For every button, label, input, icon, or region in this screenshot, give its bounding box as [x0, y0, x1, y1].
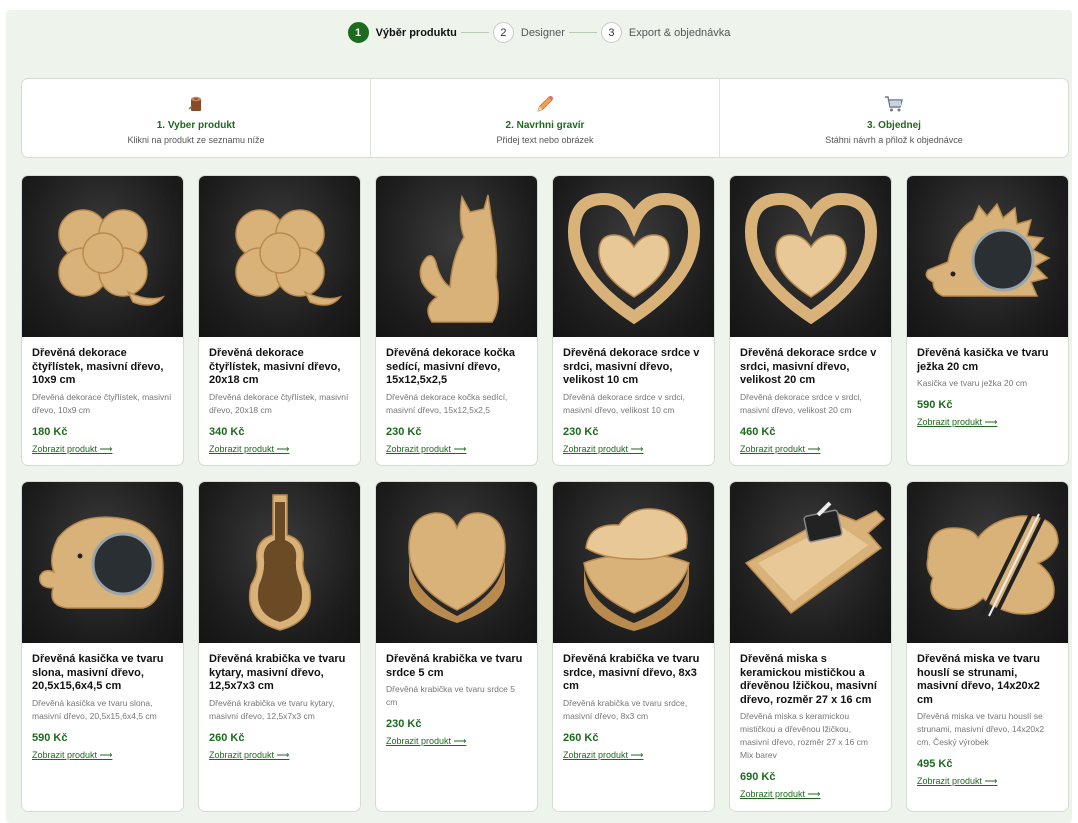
view-product-link[interactable]: Zobrazit produkt ⟶ [563, 444, 643, 455]
cart-icon [884, 93, 904, 115]
product-title: Dřevěná dekorace kočka sedící, masivní d… [386, 347, 516, 386]
product-title: Dřevěná kasička ve tvaru ježka 20 cm [917, 347, 1049, 373]
step-3[interactable]: 3 Export & objednávka [600, 22, 731, 43]
instruction-title: 1. Vyber produkt [156, 120, 236, 131]
instruction-select: 1. Vyber produkt Klikni na produkt ze se… [22, 79, 371, 157]
product-price: 260 Kč [563, 731, 599, 744]
product-description: Dřevěná krabička ve tvaru srdce 5 cm [386, 684, 515, 707]
product-price: 340 Kč [209, 425, 245, 438]
view-product-link[interactable]: Zobrazit produkt ⟶ [209, 444, 289, 455]
product-price: 495 Kč [917, 758, 953, 770]
product-card[interactable]: Dřevěná dekorace srdce v srdci, masivní … [729, 175, 892, 466]
view-product-link[interactable]: Zobrazit produkt ⟶ [32, 444, 112, 455]
product-description: Dřevěná kasička ve tvaru slona, masivní … [32, 697, 157, 721]
product-image[interactable] [199, 482, 360, 643]
product-title: Dřevěná dekorace srdce v srdci, masivní … [740, 347, 877, 386]
step-number: 2 [492, 22, 514, 43]
step-1[interactable]: 1 Výběr produktu [347, 22, 457, 43]
step-number: 3 [600, 22, 622, 43]
product-image[interactable] [553, 482, 714, 643]
instruction-title: 3. Objednej [867, 120, 921, 131]
instruction-text: Klikni na produkt ze seznamu níže [127, 135, 265, 145]
product-price: 590 Kč [917, 399, 953, 411]
product-card[interactable]: Dřevěná kasička ve tvaru ježka 20 cm Kasi… [906, 175, 1069, 466]
product-card[interactable]: Dřevěná miska ve tvaru houslí se strunam… [906, 481, 1069, 812]
product-image[interactable] [376, 176, 537, 337]
step-label: Export & objednávka [628, 26, 731, 39]
view-product-link[interactable]: Zobrazit produkt ⟶ [740, 789, 820, 800]
product-price: 180 Kč [32, 425, 68, 438]
product-image[interactable] [730, 482, 891, 643]
product-price: 260 Kč [209, 731, 245, 744]
product-card[interactable]: Dřevěná krabička ve tvaru kytary, masivn… [198, 481, 361, 812]
product-image[interactable] [553, 176, 714, 337]
product-card[interactable]: Dřevěná krabička ve tvaru srdce 5 cm Dřev… [375, 481, 538, 812]
instruction-design: 2. Navrhni gravír Přidej text nebo obráz… [371, 79, 720, 157]
step-connector [460, 32, 489, 33]
product-image[interactable] [199, 176, 360, 337]
product-card[interactable]: Dřevěná miska s keramickou mističkou a d… [729, 481, 892, 812]
product-title: Dřevěná dekorace čtyřlístek, masivní dře… [209, 347, 341, 386]
instruction-text: Přidej text nebo obrázek [496, 135, 594, 145]
view-product-link[interactable]: Zobrazit produkt ⟶ [917, 776, 997, 787]
pencil-icon [535, 93, 555, 115]
step-label: Designer [520, 26, 565, 39]
product-description: Dřevěná miska s keramickou mističkou a d… [740, 711, 869, 760]
product-card[interactable]: Dřevěná krabička ve tvaru srdce, masivní… [552, 481, 715, 812]
view-product-link[interactable]: Zobrazit produkt ⟶ [917, 417, 997, 428]
view-product-link[interactable]: Zobrazit produkt ⟶ [32, 750, 112, 761]
product-grid-row-2: Dřevěná kasička ve tvaru slona, masivní … [21, 481, 1069, 812]
progress-stepper: 1 Výběr produktu 2 Designer 3 Export & o… [0, 22, 1078, 43]
product-description: Kasička ve tvaru ježka 20 cm [917, 378, 1028, 388]
view-product-link[interactable]: Zobrazit produkt ⟶ [563, 750, 643, 761]
product-price: 230 Kč [563, 425, 599, 438]
product-card[interactable]: Dřevěná dekorace srdce v srdci, masivní … [552, 175, 715, 466]
product-title: Dřevěná dekorace čtyřlístek, masivní dře… [32, 347, 164, 386]
product-description: Dřevěná dekorace srdce v srdci, masivní … [740, 391, 862, 415]
product-price: 460 Kč [740, 425, 776, 438]
product-description: Dřevěná krabička ve tvaru srdce, masivní… [563, 697, 688, 721]
view-product-link[interactable]: Zobrazit produkt ⟶ [209, 750, 289, 761]
product-image[interactable] [22, 176, 183, 337]
step-connector [568, 32, 597, 33]
instruction-title: 2. Navrhni gravír [505, 120, 585, 131]
product-image[interactable] [376, 482, 537, 643]
wood-log-icon [187, 93, 205, 115]
product-title: Dřevěná dekorace srdce v srdci, masivní … [563, 347, 700, 386]
product-description: Dřevěná dekorace čtyřlístek, masivní dře… [209, 391, 349, 415]
product-price: 590 Kč [32, 731, 68, 744]
product-price: 230 Kč [386, 425, 422, 438]
product-title: Dřevěná miska ve tvaru houslí se strunam… [917, 653, 1040, 706]
product-image[interactable] [730, 176, 891, 337]
product-image[interactable] [907, 482, 1068, 643]
view-product-link[interactable]: Zobrazit produkt ⟶ [386, 736, 466, 747]
instructions-panel: 1. Vyber produkt Klikni na produkt ze se… [21, 78, 1069, 158]
product-title: Dřevěná krabička ve tvaru srdce 5 cm [386, 653, 523, 679]
instruction-order: 3. Objednej Stáhni návrh a přilož k obje… [720, 79, 1068, 157]
product-price: 690 Kč [740, 771, 776, 783]
product-price: 230 Kč [386, 718, 422, 730]
instruction-text: Stáhni návrh a přilož k objednávce [825, 135, 963, 145]
step-number: 1 [347, 22, 369, 43]
product-description: Dřevěná miska ve tvaru houslí se strunam… [917, 711, 1045, 747]
step-label: Výběr produktu [375, 26, 457, 39]
product-title: Dřevěná miska s keramickou mističkou a d… [740, 653, 877, 706]
product-title: Dřevěná krabička ve tvaru kytary, masivn… [209, 653, 346, 692]
product-title: Dřevěná kasička ve tvaru slona, masivní … [32, 653, 164, 692]
product-card[interactable]: Dřevěná dekorace kočka sedící, masivní d… [375, 175, 538, 466]
product-image[interactable] [22, 482, 183, 643]
view-product-link[interactable]: Zobrazit produkt ⟶ [386, 444, 466, 455]
product-card[interactable]: Dřevěná kasička ve tvaru slona, masivní … [21, 481, 184, 812]
product-description: Dřevěná krabička ve tvaru kytary, masivn… [209, 697, 335, 721]
product-title: Dřevěná krabička ve tvaru srdce, masivní… [563, 653, 700, 692]
view-product-link[interactable]: Zobrazit produkt ⟶ [740, 444, 820, 455]
product-card[interactable]: Dřevěná dekorace čtyřlístek, masivní dře… [198, 175, 361, 466]
product-card[interactable]: Dřevěná dekorace čtyřlístek, masivní dře… [21, 175, 184, 466]
product-description: Dřevěná dekorace srdce v srdci, masivní … [563, 391, 685, 415]
product-grid-row-1: Dřevěná dekorace čtyřlístek, masivní dře… [21, 175, 1069, 466]
product-description: Dřevěná dekorace čtyřlístek, masivní dře… [32, 391, 172, 415]
product-description: Dřevěná dekorace kočka sedící, masivní d… [386, 391, 508, 415]
step-2[interactable]: 2 Designer [492, 22, 565, 43]
product-image[interactable] [907, 176, 1068, 337]
